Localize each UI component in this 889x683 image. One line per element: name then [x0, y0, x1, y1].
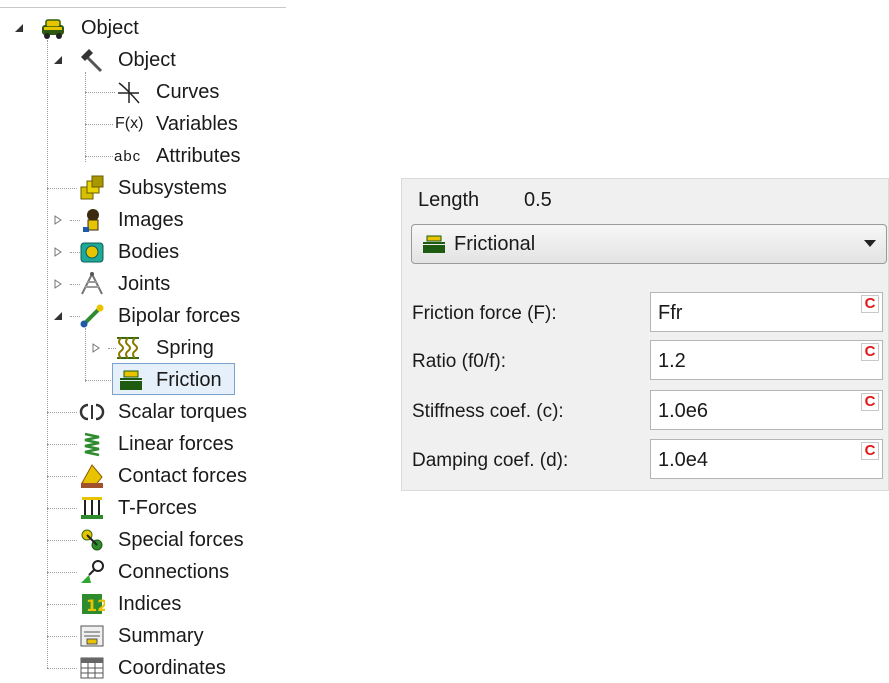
tree-item-label: Special forces	[118, 529, 244, 551]
tree-item-friction[interactable]: Friction	[156, 365, 222, 395]
tree-item-label: Attributes	[156, 145, 241, 167]
svg-text:12: 12	[86, 596, 105, 615]
contact-forces-icon	[79, 463, 105, 489]
tree-item-label: Object	[81, 17, 139, 39]
friction-force-value: Ffr	[658, 302, 683, 324]
stiffness-c-button[interactable]: C	[861, 393, 879, 411]
tree-item-label: Linear forces	[118, 433, 234, 455]
tree-item-bodies[interactable]: Bodies	[118, 237, 179, 267]
bipolar-forces-icon	[79, 303, 105, 329]
abc-icon: abc	[114, 141, 141, 171]
friction-icon	[118, 367, 144, 393]
ratio-c-button[interactable]: C	[861, 343, 879, 361]
tree-item-object[interactable]: Object	[118, 45, 176, 75]
tree-item-label: Images	[118, 209, 184, 231]
ratio-value: 1.2	[658, 350, 686, 372]
friction-force-field[interactable]: Ffr C	[650, 292, 883, 332]
stiffness-label: Stiffness coef. (c):	[412, 401, 564, 422]
collapse-toggle-object[interactable]	[52, 54, 64, 66]
tree-item-curves[interactable]: Curves	[156, 77, 219, 107]
tree-item-summary[interactable]: Summary	[118, 621, 204, 651]
stiffness-field[interactable]: 1.0e6 C	[650, 390, 883, 430]
subsystems-icon	[79, 175, 105, 201]
length-value: 0.5	[524, 189, 552, 211]
joints-icon	[79, 271, 105, 297]
tree-item-label: Variables	[156, 113, 238, 135]
tree-item-subsystems[interactable]: Subsystems	[118, 173, 227, 203]
tree-item-label: Bipolar forces	[118, 305, 241, 327]
spring-icon	[115, 335, 141, 361]
expand-toggle-joints[interactable]	[52, 278, 64, 290]
collapse-toggle-bipolar-forces[interactable]	[52, 310, 64, 322]
tree-item-label: Joints	[118, 273, 171, 295]
damping-c-button[interactable]: C	[861, 442, 879, 460]
tree-item-linear-forces[interactable]: Linear forces	[118, 429, 234, 459]
bodies-icon	[79, 239, 105, 265]
tree-item-label: Subsystems	[118, 177, 227, 199]
tree-item-spring[interactable]: Spring	[156, 333, 214, 363]
coordinates-icon	[79, 655, 105, 681]
friction-type-selected: Frictional	[454, 233, 536, 255]
tree-item-joints[interactable]: Joints	[118, 269, 170, 299]
images-icon	[79, 207, 105, 233]
tree-item-label: Indices	[118, 593, 182, 615]
tree-item-label: Spring	[156, 337, 214, 359]
tree-item-special-forces[interactable]: Special forces	[118, 525, 244, 555]
tree-item-label: Coordinates	[118, 657, 226, 679]
object-tree: Object Object Curves F(x) Variables abc …	[0, 0, 300, 682]
tree-item-attributes[interactable]: Attributes	[156, 141, 240, 171]
damping-value: 1.0e4	[658, 449, 709, 471]
tree-item-images[interactable]: Images	[118, 205, 184, 235]
tree-item-connections[interactable]: Connections	[118, 557, 229, 587]
friction-type-dropdown[interactable]: Frictional	[411, 224, 887, 264]
tree-item-label: Object	[118, 49, 176, 71]
special-forces-icon	[79, 527, 105, 553]
tree-item-variables[interactable]: Variables	[156, 109, 238, 139]
tree-item-label: Curves	[156, 81, 220, 103]
stiffness-value: 1.0e6	[658, 400, 709, 422]
hammer-icon	[79, 47, 105, 73]
length-label: Length	[418, 189, 480, 211]
tree-item-t-forces[interactable]: T-Forces	[118, 493, 197, 523]
car-icon	[40, 15, 66, 41]
tree-item-coordinates[interactable]: Coordinates	[118, 653, 226, 683]
tree-item-label: Friction	[156, 369, 222, 391]
ratio-field[interactable]: 1.2 C	[650, 340, 883, 380]
tree-item-root-object[interactable]: Object	[81, 13, 139, 43]
expand-toggle-bodies[interactable]	[52, 246, 64, 258]
tree-item-label: Summary	[118, 625, 204, 647]
tree-item-label: T-Forces	[118, 497, 197, 519]
collapse-toggle-root[interactable]	[13, 22, 25, 34]
chevron-down-icon	[864, 240, 876, 247]
damping-label: Damping coef. (d):	[412, 450, 569, 471]
damping-field[interactable]: 1.0e4 C	[650, 439, 883, 479]
tree-item-bipolar-forces[interactable]: Bipolar forces	[118, 301, 240, 331]
tree-item-indices[interactable]: Indices	[118, 589, 181, 619]
curves-icon	[115, 79, 141, 105]
friction-force-label: Friction force (F):	[412, 303, 557, 324]
function-icon-text: F(x)	[115, 115, 144, 132]
tree-item-scalar-torques[interactable]: Scalar torques	[118, 397, 247, 427]
friction-force-c-button[interactable]: C	[861, 295, 879, 313]
friction-properties-panel: Length 0.5 Frictional Friction force (F)…	[401, 178, 889, 491]
expand-toggle-images[interactable]	[52, 214, 64, 226]
ratio-label: Ratio (f0/f):	[412, 351, 506, 372]
function-icon: F(x)	[115, 109, 143, 139]
indices-icon: 12	[79, 591, 105, 617]
scalar-torques-icon	[79, 399, 105, 425]
tree-item-label: Contact forces	[118, 465, 247, 487]
tree-item-label: Scalar torques	[118, 401, 247, 423]
tree-item-contact-forces[interactable]: Contact forces	[118, 461, 247, 491]
t-forces-icon	[79, 495, 105, 521]
friction-icon	[422, 234, 446, 254]
connections-icon	[79, 559, 105, 585]
summary-icon	[79, 623, 105, 649]
linear-forces-icon	[79, 431, 105, 457]
tree-item-label: Bodies	[118, 241, 180, 263]
tree-top-border	[0, 7, 286, 8]
tree-item-label: Connections	[118, 561, 230, 583]
abc-icon-text: abc	[114, 147, 142, 165]
expand-toggle-spring[interactable]	[90, 342, 102, 354]
